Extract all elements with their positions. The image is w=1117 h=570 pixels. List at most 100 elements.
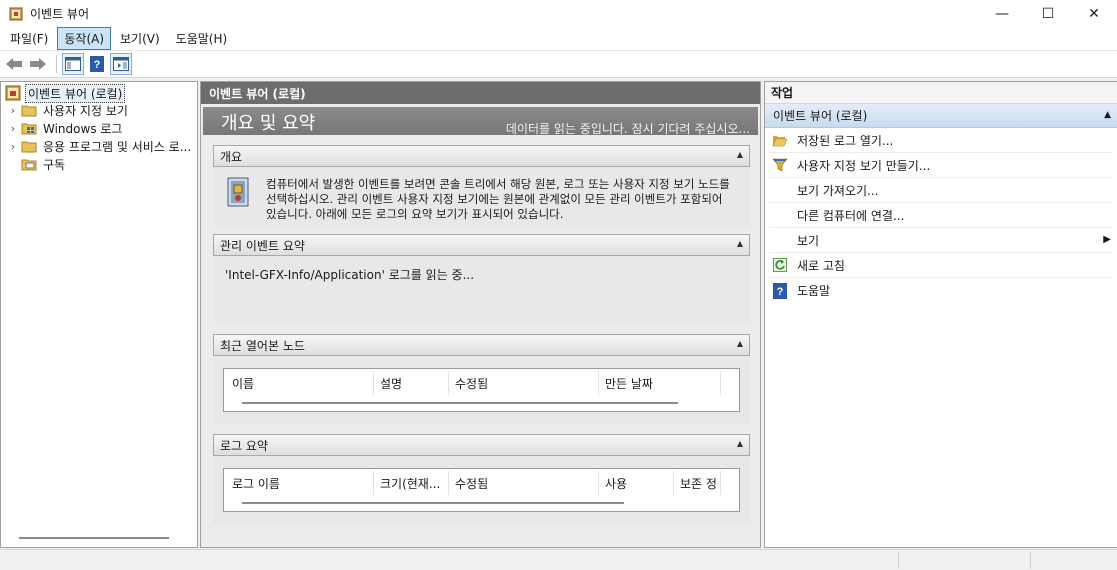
close-icon: ✕ (1088, 5, 1100, 22)
svg-text:?: ? (777, 286, 784, 298)
status-separator (898, 552, 899, 569)
section-overview-header[interactable]: 개요 ▲ (213, 145, 750, 167)
action-label: 저장된 로그 열기... (797, 133, 894, 148)
help-button[interactable]: ? (86, 53, 108, 75)
collapse-icon[interactable]: ▲ (737, 439, 743, 448)
action-create-custom-view[interactable]: 사용자 지정 보기 만들기... (769, 153, 1113, 178)
maximize-button[interactable]: ☐ (1025, 0, 1071, 27)
action-refresh[interactable]: 새로 고침 (769, 253, 1113, 278)
section-admin-events-header[interactable]: 관리 이벤트 요약 ▲ (213, 234, 750, 256)
show-hide-action-pane-button[interactable] (110, 53, 132, 75)
folder-icon (21, 141, 37, 153)
tree-item-subscriptions[interactable]: 구독 (19, 155, 67, 173)
section-overview-body: 컴퓨터에서 발생한 이벤트를 보려면 콘솔 트리에서 해당 원본, 로그 또는 … (213, 167, 750, 227)
expand-arrow-icon[interactable]: › (7, 104, 19, 117)
action-label: 보기 (797, 233, 820, 248)
console-tree[interactable]: 이벤트 뷰어 (로컬) › 사용자 지정 보기 › Windows 로그 › 응… (0, 81, 198, 548)
recent-nodes-grid[interactable]: 이름 설명 수정됨 만든 날짜 (223, 368, 740, 412)
column-header-log-name[interactable]: 로그 이름 (226, 471, 374, 495)
tree-item-windows-logs[interactable]: › Windows 로그 (7, 119, 124, 137)
close-button[interactable]: ✕ (1071, 0, 1117, 27)
action-view-submenu[interactable]: 보기 ▶ (769, 228, 1113, 253)
toolbar-separator (56, 55, 57, 73)
submenu-arrow-icon: ▶ (1103, 234, 1111, 245)
section-title: 로그 요약 (220, 438, 268, 453)
column-header-created[interactable]: 만든 날짜 (599, 371, 721, 395)
column-header-description[interactable]: 설명 (374, 371, 449, 395)
blank-icon (772, 232, 788, 248)
window-controls: — ☐ ✕ (979, 0, 1117, 27)
section-recent-nodes-header[interactable]: 최근 열어본 노드 ▲ (213, 334, 750, 356)
help-icon: ? (772, 282, 788, 299)
results-content: 개요 및 요약 데이터를 읽는 중입니다. 잠시 기다려 주십시오... 개요 … (201, 104, 760, 547)
column-header-name[interactable]: 이름 (226, 371, 374, 395)
column-header-usage[interactable]: 사용 (599, 471, 674, 495)
open-folder-icon (772, 132, 788, 148)
tree-label: 구독 (43, 157, 66, 172)
grid-horizontal-scrollbar[interactable] (242, 502, 624, 504)
column-header-retention[interactable]: 보존 정 (674, 471, 721, 495)
column-header-modified[interactable]: 수정됨 (449, 371, 599, 395)
tree-label: 사용자 지정 보기 (43, 103, 128, 118)
status-bar (0, 549, 1117, 570)
minimize-icon: — (995, 5, 1009, 22)
tree-item-app-services[interactable]: › 응용 프로그램 및 서비스 로... (7, 137, 193, 155)
loading-status: 데이터를 읽는 중입니다. 잠시 기다려 주십시오... (505, 122, 750, 136)
tree-item-custom-views[interactable]: › 사용자 지정 보기 (7, 101, 130, 119)
column-header-size[interactable]: 크기(현재... (374, 471, 449, 495)
collapse-icon[interactable]: ▲ (737, 339, 743, 348)
action-label: 다른 컴퓨터에 연결... (797, 208, 905, 223)
expand-arrow-icon[interactable]: › (7, 122, 19, 135)
back-arrow-icon (6, 58, 22, 70)
maximize-icon: ☐ (1041, 5, 1055, 22)
section-log-summary-header[interactable]: 로그 요약 ▲ (213, 434, 750, 456)
action-import-view[interactable]: 보기 가져오기... (769, 178, 1113, 203)
section-log-summary-body: 로그 이름 크기(현재... 수정됨 사용 보존 정 (213, 456, 750, 524)
show-hide-console-tree-button[interactable] (62, 53, 84, 75)
menu-help[interactable]: 도움말(H) (169, 27, 235, 50)
tree-item-root[interactable]: 이벤트 뷰어 (로컬) (1, 83, 126, 103)
blank-icon (772, 207, 788, 223)
action-help[interactable]: ? 도움말 (769, 278, 1113, 303)
forward-button[interactable] (27, 53, 49, 75)
menu-view[interactable]: 보기(V) (113, 27, 167, 50)
section-recent-nodes-body: 이름 설명 수정됨 만든 날짜 (213, 356, 750, 424)
toolbar: ? (0, 51, 1117, 78)
back-button[interactable] (3, 53, 25, 75)
action-open-saved-log[interactable]: 저장된 로그 열기... (769, 128, 1113, 153)
action-group-event-viewer[interactable]: 이벤트 뷰어 (로컬) ▲ (765, 104, 1117, 128)
tree-label: Windows 로그 (43, 121, 123, 136)
action-label: 새로 고침 (797, 258, 845, 273)
tree-label: 응용 프로그램 및 서비스 로... (43, 139, 192, 154)
summary-title: 개요 및 요약 (221, 113, 316, 134)
title-bar: 이벤트 뷰어 — ☐ ✕ (0, 0, 1117, 27)
menu-file[interactable]: 파일(F) (3, 27, 55, 50)
grid-horizontal-scrollbar[interactable] (242, 402, 678, 404)
action-connect-computer[interactable]: 다른 컴퓨터에 연결... (769, 203, 1113, 228)
minimize-button[interactable]: — (979, 0, 1025, 27)
menu-bar: 파일(F) 동작(A) 보기(V) 도움말(H) (0, 27, 1117, 51)
tree-horizontal-scrollbar[interactable] (19, 537, 169, 539)
filter-funnel-icon (772, 157, 788, 173)
overview-description: 컴퓨터에서 발생한 이벤트를 보려면 콘솔 트리에서 해당 원본, 로그 또는 … (266, 177, 730, 221)
actions-pane: 작업 이벤트 뷰어 (로컬) ▲ 저장된 로그 열기... 사용자 지정 보기 … (764, 81, 1117, 548)
status-separator (1030, 552, 1031, 569)
grid-header: 로그 이름 크기(현재... 수정됨 사용 보존 정 (226, 471, 721, 495)
folder-icon (21, 105, 37, 117)
collapse-icon[interactable]: ▲ (737, 239, 743, 248)
admin-events-loading-text: 'Intel-GFX-Info/Application' 로그를 읽는 중... (225, 268, 475, 282)
column-header-modified[interactable]: 수정됨 (449, 471, 599, 495)
action-label: 보기 가져오기... (797, 183, 879, 198)
collapse-icon[interactable]: ▲ (737, 150, 743, 159)
windows-logs-folder-icon (21, 123, 37, 135)
collapse-icon[interactable]: ▲ (1104, 110, 1111, 120)
log-summary-grid[interactable]: 로그 이름 크기(현재... 수정됨 사용 보존 정 (223, 468, 740, 512)
section-title: 관리 이벤트 요약 (220, 238, 305, 253)
actions-header: 작업 (765, 82, 1117, 104)
menu-action[interactable]: 동작(A) (57, 27, 112, 50)
event-log-icon (227, 177, 249, 207)
grid-header: 이름 설명 수정됨 만든 날짜 (226, 371, 721, 395)
expand-arrow-icon[interactable]: › (7, 140, 19, 153)
section-admin-events-body: 'Intel-GFX-Info/Application' 로그를 읽는 중... (213, 256, 750, 322)
section-title: 최근 열어본 노드 (220, 338, 305, 353)
